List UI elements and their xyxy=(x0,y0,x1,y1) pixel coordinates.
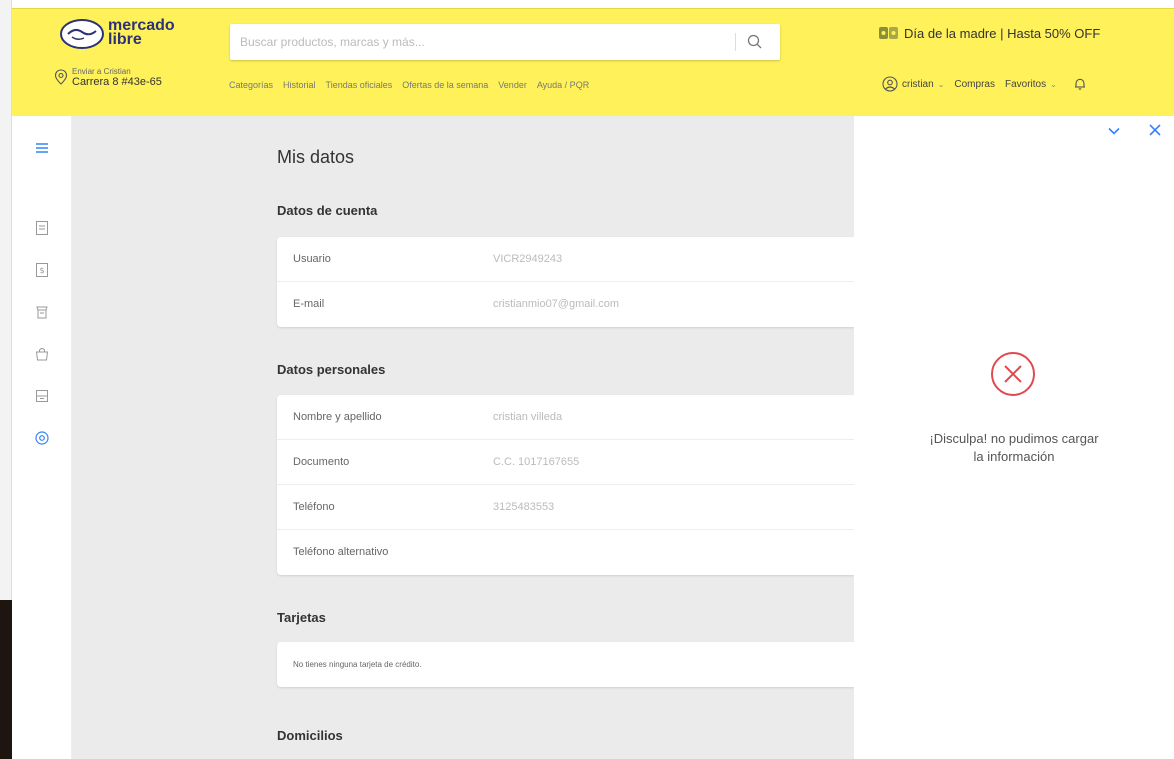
promo-text: Día de la madre | Hasta 50% OFF xyxy=(904,25,1101,41)
inbox-icon[interactable] xyxy=(34,388,50,404)
billing-icon[interactable]: $ xyxy=(34,262,50,278)
outer-strip xyxy=(0,0,12,759)
search-separator xyxy=(735,33,736,51)
row-label: Documento xyxy=(293,456,350,468)
summary-icon[interactable] xyxy=(34,220,50,236)
card-cuenta: Usuario VICR2949243 E-mail cristianmio07… xyxy=(277,237,854,327)
empty-message: No tienes ninguna tarjeta de crédito. xyxy=(293,660,422,669)
location-address: Carrera 8 #43e-65 xyxy=(72,76,162,88)
row-value: VICR2949243 xyxy=(493,253,563,265)
search-box xyxy=(230,24,780,60)
section-title-tarjetas: Tarjetas xyxy=(277,610,326,625)
svg-text:$: $ xyxy=(39,266,44,275)
settings-icon[interactable] xyxy=(34,430,50,446)
main-nav: Categorías Historial Tiendas oficiales O… xyxy=(229,80,589,90)
section-title-personales: Datos personales xyxy=(277,362,386,377)
row-value: C.C. 1017167655 xyxy=(493,456,580,468)
avatar-icon[interactable] xyxy=(882,76,898,92)
logo-icon xyxy=(60,19,104,49)
sales-bag-icon[interactable] xyxy=(34,346,50,362)
side-panel: ¡Disculpa! no pudimos cargar la informac… xyxy=(854,116,1174,759)
search-icon[interactable] xyxy=(746,33,764,51)
chevron-down-icon[interactable] xyxy=(1107,124,1121,138)
row-value: cristianmio07@gmail.com xyxy=(493,298,620,310)
logo[interactable]: mercado libre xyxy=(60,15,200,59)
nav-ofertas[interactable]: Ofertas de la semana xyxy=(402,80,488,90)
delivery-location[interactable]: Enviar a Cristian Carrera 8 #43e-65 xyxy=(54,67,194,97)
row-label: Teléfono xyxy=(293,501,335,513)
nav-ayuda[interactable]: Ayuda / PQR xyxy=(537,80,589,90)
search-input[interactable] xyxy=(240,24,730,60)
section-title-cuenta: Datos de cuenta xyxy=(277,203,378,218)
row-value: 3125483553 xyxy=(493,501,555,513)
chevron-down-icon: ⌄ xyxy=(1050,79,1057,89)
nav-historial[interactable]: Historial xyxy=(283,80,316,90)
card-tarjetas: No tienes ninguna tarjeta de crédito. xyxy=(277,642,854,687)
row-label: Usuario xyxy=(293,253,331,265)
user-name[interactable]: cristian xyxy=(902,79,934,90)
bell-icon[interactable] xyxy=(1073,77,1087,91)
section-title-domicilios: Domicilios xyxy=(277,728,343,743)
table-row[interactable]: Teléfono alternativo xyxy=(277,530,854,575)
location-label: Enviar a Cristian xyxy=(72,67,131,76)
promo-banner[interactable]: Día de la madre | Hasta 50% OFF xyxy=(878,23,1100,43)
nav-tiendas-oficiales[interactable]: Tiendas oficiales xyxy=(326,80,393,90)
nav-favoritos[interactable]: Favoritos xyxy=(1005,79,1046,90)
table-row[interactable]: Nombre y apellido cristian villeda xyxy=(277,395,854,440)
outer-strip-upper xyxy=(0,0,12,600)
row-label: Teléfono alternativo xyxy=(293,546,389,558)
card-personales: Nombre y apellido cristian villeda Docum… xyxy=(277,395,854,575)
menu-icon[interactable] xyxy=(34,140,50,156)
error-message-line1: ¡Disculpa! no pudimos cargar xyxy=(929,431,1099,446)
error-icon xyxy=(991,352,1035,396)
logo-line2: libre xyxy=(108,31,142,48)
chevron-down-icon: ⌄ xyxy=(937,79,945,89)
row-label: E-mail xyxy=(293,298,325,310)
purchases-icon[interactable] xyxy=(34,304,50,320)
error-message: ¡Disculpa! no pudimos cargar la informac… xyxy=(884,430,1144,466)
error-message-line2: la información xyxy=(973,449,1055,464)
nav-vender[interactable]: Vender xyxy=(498,80,527,90)
nav-compras[interactable]: Compras xyxy=(954,79,995,90)
user-nav: cristian ⌄ Compras Favoritos ⌄ xyxy=(882,76,1087,92)
table-row[interactable]: Teléfono 3125483553 xyxy=(277,485,854,530)
row-value: cristian villeda xyxy=(493,411,563,423)
close-icon[interactable] xyxy=(1148,123,1162,137)
pin-icon xyxy=(54,69,68,85)
account-sidebar: $ xyxy=(12,116,72,759)
table-row[interactable]: Documento C.C. 1017167655 xyxy=(277,440,854,485)
site-header: mercado libre Día de la madre | Hasta 50… xyxy=(12,8,1174,116)
table-row[interactable]: Usuario VICR2949243 xyxy=(277,237,854,282)
outer-strip-lower xyxy=(0,600,12,759)
page-title: Mis datos xyxy=(277,147,355,167)
promo-icon xyxy=(879,27,898,39)
table-row[interactable]: E-mail cristianmio07@gmail.com xyxy=(277,282,854,327)
logo-text: mercado libre xyxy=(108,18,175,48)
row-label: Nombre y apellido xyxy=(293,411,382,423)
nav-categorias[interactable]: Categorías xyxy=(229,80,273,90)
